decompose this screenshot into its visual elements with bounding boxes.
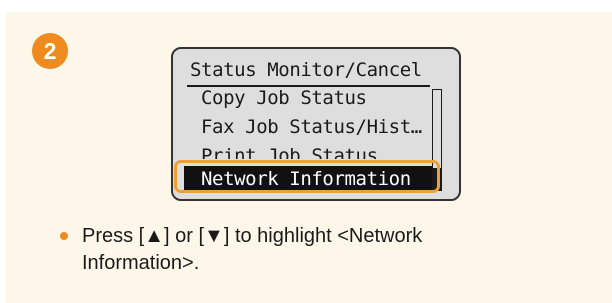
instruction: Press [▲] or [▼] to highlight <Network I… [60, 223, 520, 277]
step-number-badge: 2 [32, 33, 68, 69]
bullet-icon [60, 232, 68, 240]
menu-item-fax-job-status[interactable]: Fax Job Status/Hist… [201, 116, 422, 138]
selection-highlight-callout [174, 160, 440, 193]
menu-item-copy-job-status[interactable]: Copy Job Status [201, 87, 367, 109]
lcd-menu-title: Status Monitor/Cancel [190, 59, 422, 81]
menu-item-print-job-status[interactable]: Print Job Status [201, 145, 378, 159]
instruction-text: Press [▲] or [▼] to highlight <Network I… [82, 225, 423, 274]
